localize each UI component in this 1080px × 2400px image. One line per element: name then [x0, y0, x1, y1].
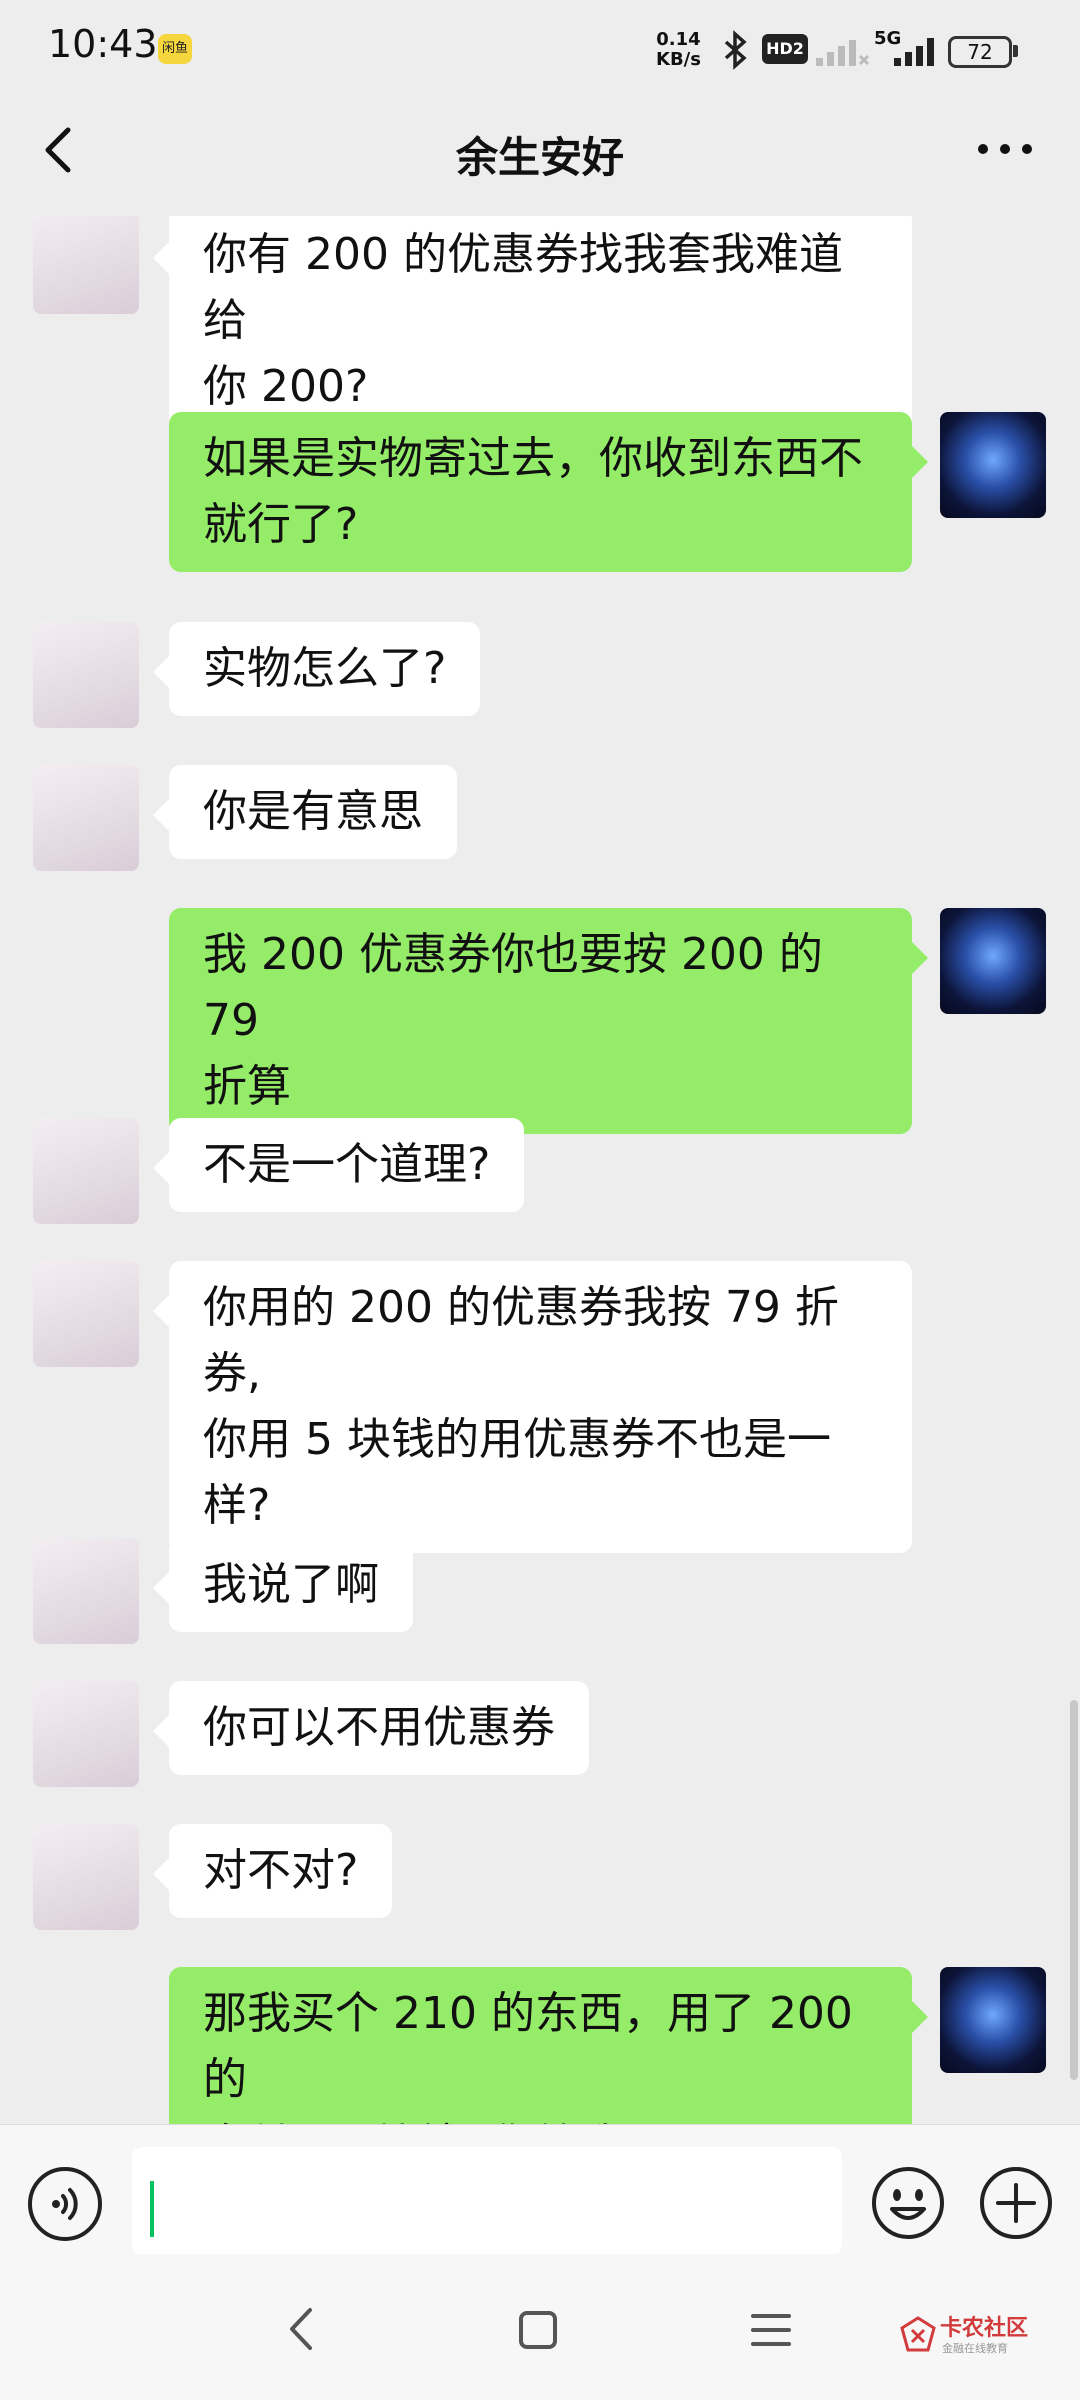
my-avatar[interactable] [940, 412, 1046, 518]
battery-indicator: 72 [948, 36, 1012, 68]
contact-avatar[interactable] [33, 1261, 139, 1367]
voice-icon[interactable] [28, 2167, 102, 2241]
contact-avatar[interactable] [33, 1538, 139, 1644]
more-dots-icon[interactable] [970, 124, 1040, 174]
watermark: 卡农社区 金融在线教育 [900, 2310, 1060, 2360]
contact-avatar[interactable] [33, 1824, 139, 1930]
nav-menu-icon[interactable] [750, 2310, 792, 2350]
input-bar [0, 2124, 1080, 2255]
message-input[interactable] [132, 2147, 842, 2255]
message-bubble[interactable]: 我 200 优惠券你也要按 200 的 79 折算 [169, 908, 928, 1134]
battery-tip [1013, 45, 1018, 57]
network-speed-value: 0.14 [656, 29, 701, 50]
network-speed: 0.14 KB/s [656, 30, 701, 70]
my-avatar[interactable] [940, 908, 1046, 1014]
emoji-icon[interactable] [870, 2165, 946, 2241]
signal-strength-icon [894, 38, 934, 66]
watermark-title: 卡农社区 [940, 2316, 1029, 2341]
plus-icon[interactable] [978, 2165, 1054, 2241]
text-caret [150, 2181, 154, 2237]
status-bar: 10:43 闲鱼 0.14 KB/s HD2 5G 72 [0, 0, 1080, 96]
system-nav-bar: 卡农社区 金融在线教育 [0, 2254, 1080, 2400]
contact-avatar[interactable] [33, 216, 139, 314]
message-bubble[interactable]: 实物怎么了? [152, 622, 481, 716]
hd-badge: HD2 [762, 34, 808, 64]
chat-title: 余生安好 [455, 133, 624, 182]
message-bubble[interactable]: 你是有意思 [153, 765, 457, 859]
contact-avatar[interactable] [33, 1118, 139, 1224]
bluetooth-icon [724, 30, 747, 70]
message-bubble[interactable]: 不是一个道理? [152, 1118, 525, 1212]
message-bubble[interactable]: 你可以不用优惠券 [153, 1681, 589, 1775]
scrollbar[interactable] [1070, 1700, 1078, 2080]
contact-avatar[interactable] [33, 622, 139, 728]
contact-avatar[interactable] [33, 1681, 139, 1787]
contact-avatar[interactable] [33, 765, 139, 871]
message-bubble[interactable]: 对不对? [152, 1824, 393, 1918]
status-time: 10:43 [48, 22, 158, 66]
chat-header: 余生安好 [0, 96, 1080, 216]
signal-strength-icon [816, 40, 870, 66]
message-list[interactable]: 你有 200 的优惠券找我套我难道给 你 200? 如果是实物寄过去，你收到东西… [0, 216, 1080, 2124]
message-bubble[interactable]: 那我买个 210 的东西，用了 200 的 券付 10 块钱 你给我 7.9 元… [169, 1967, 928, 2124]
message-bubble[interactable]: 你用的 200 的优惠券我按 79 折券, 你用 5 块钱的用优惠券不也是一 样… [153, 1261, 912, 1553]
watermark-subtitle: 金融在线教育 [942, 2342, 1008, 2355]
nav-back-icon[interactable] [282, 2304, 322, 2354]
network-speed-unit: KB/s [656, 49, 701, 70]
message-bubble[interactable]: 我说了啊 [153, 1538, 413, 1632]
nav-home-icon[interactable] [518, 2310, 558, 2350]
app-notification-icon: 闲鱼 [158, 34, 192, 64]
watermark-logo-icon [900, 2316, 936, 2352]
message-bubble[interactable]: 你有 200 的优惠券找我套我难道给 你 200? [153, 216, 912, 434]
my-avatar[interactable] [940, 1967, 1046, 2073]
message-bubble[interactable]: 如果是实物寄过去，你收到东西不 就行了? [169, 412, 928, 572]
